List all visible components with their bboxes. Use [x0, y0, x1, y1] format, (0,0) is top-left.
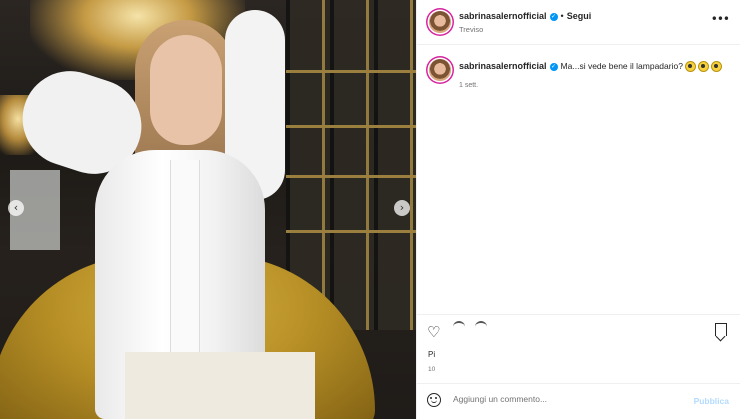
header-line: sabrinasalernofficial ✓ • Segui [459, 11, 591, 21]
likes-count[interactable]: Pi [428, 350, 435, 359]
more-options-icon[interactable]: ••• [711, 12, 730, 26]
follow-button[interactable]: Segui [567, 11, 592, 21]
share-icon[interactable] [475, 321, 487, 329]
shelf-row [286, 125, 416, 128]
post-photo[interactable]: ‹ › [0, 0, 416, 419]
previous-photo-button[interactable]: ‹ [8, 200, 24, 216]
verified-icon: ✓ [549, 62, 558, 71]
add-comment-bar: Pubblica [417, 383, 740, 420]
verified-icon: ✓ [549, 12, 558, 21]
action-bar: ♡ [417, 314, 740, 349]
caption-time[interactable]: 1 sett. [459, 82, 478, 89]
emoji-icon [697, 61, 709, 73]
location-link[interactable]: Treviso [459, 25, 483, 34]
caption: sabrinasalernofficial ✓ Ma...si vede bene … [459, 61, 722, 73]
shelf-row [286, 70, 416, 73]
like-icon[interactable]: ♡ [427, 323, 440, 341]
caption-text: Ma...si vede bene il lampadario? [560, 61, 683, 71]
emoji-icon [684, 61, 696, 73]
comment-icon[interactable] [453, 321, 465, 329]
comment-input[interactable] [453, 394, 683, 404]
publish-button[interactable]: Pubblica [694, 396, 729, 406]
shelf-row [286, 230, 416, 233]
post-side-panel: sabrinasalernofficial ✓ • Segui Treviso •••… [416, 0, 740, 419]
avatar[interactable] [429, 11, 451, 33]
username-link[interactable]: sabrinasalernofficial [459, 11, 547, 21]
skirt [125, 352, 315, 419]
caption-avatar[interactable] [429, 59, 451, 81]
separator-dot: • [560, 11, 564, 21]
face [150, 35, 222, 145]
post-date: 10 [428, 366, 436, 373]
emoji-icon [710, 61, 722, 73]
next-photo-button[interactable]: › [394, 200, 410, 216]
shelf-row [286, 175, 416, 178]
post-header: sabrinasalernofficial ✓ • Segui Treviso ••• [417, 0, 740, 45]
emoji-picker-icon[interactable] [427, 393, 441, 407]
bookmark-icon[interactable] [715, 323, 727, 336]
caption-username-link[interactable]: sabrinasalernofficial [459, 61, 547, 71]
